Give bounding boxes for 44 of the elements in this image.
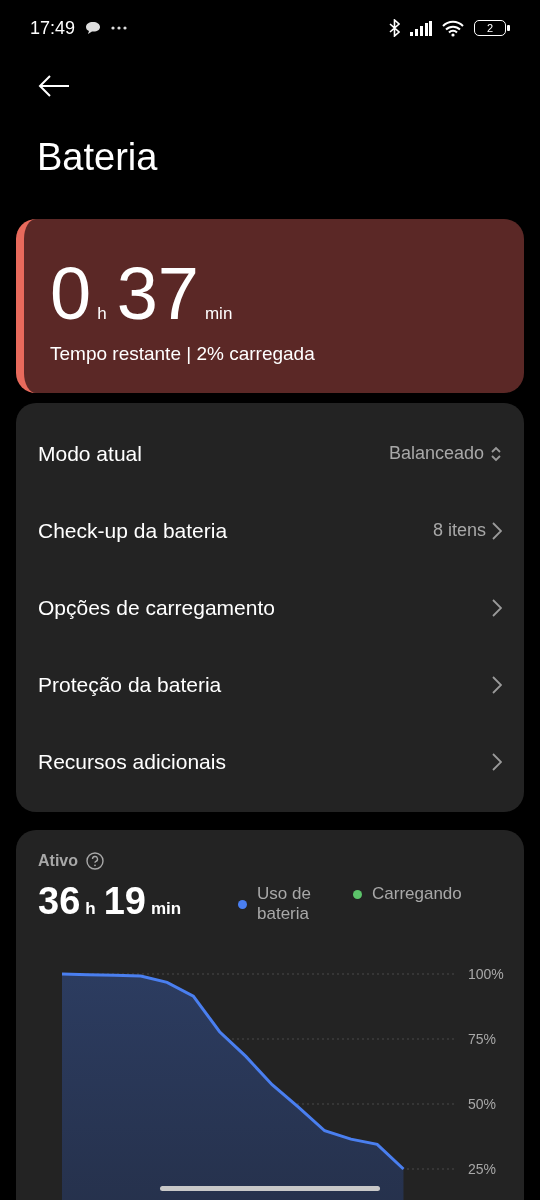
remaining-caption: Tempo restante | 2% carregada: [50, 343, 316, 365]
hours-unit: h: [97, 304, 107, 324]
hours-value: 0: [50, 259, 92, 329]
back-icon[interactable]: [38, 74, 70, 98]
row-value: 8 itens: [432, 520, 486, 541]
axis-label: 50%: [468, 1096, 497, 1112]
chevron-right-icon: [492, 598, 502, 617]
minutes-unit: min: [204, 304, 233, 324]
settings-row[interactable]: Check-up da bateria 8 itens: [16, 492, 524, 569]
row-label: Recursos adicionais: [38, 749, 227, 774]
axis-label: 25%: [468, 1161, 497, 1177]
hours-unit: h: [85, 899, 96, 919]
more-icon: [111, 26, 128, 30]
chevron-right-icon: [492, 521, 502, 540]
active-hours: 36: [38, 880, 81, 923]
axis-label: 100%: [468, 966, 504, 982]
up-down-icon: [490, 445, 502, 462]
axis-label: 75%: [468, 1031, 497, 1047]
legend-label: Uso de bateria: [257, 884, 312, 924]
settings-row[interactable]: Recursos adicionais: [16, 723, 524, 800]
battery-level: 2: [474, 20, 506, 36]
row-value: Balanceado: [388, 443, 484, 464]
settings-row[interactable]: Proteção da bateria: [16, 646, 524, 723]
chat-bubble-icon: [85, 21, 102, 35]
battery-tip-icon: [507, 25, 510, 31]
active-minutes: 19: [103, 880, 146, 923]
settings-row[interactable]: Opções de carregamento: [16, 569, 524, 646]
page-title: Bateria: [37, 136, 159, 179]
chevron-right-icon: [492, 675, 502, 694]
row-label: Opções de carregamento: [38, 595, 276, 620]
row-label: Check-up da bateria: [38, 518, 229, 543]
signal-icon: [410, 20, 432, 36]
minutes-unit: min: [150, 899, 182, 919]
minutes-value: 37: [116, 259, 199, 329]
clock: 17:49: [30, 17, 76, 39]
row-label: Proteção da bateria: [38, 672, 223, 697]
settings-row[interactable]: Modo atual Balanceado: [16, 415, 524, 492]
row-label: Modo atual: [38, 441, 143, 466]
usage-heading: Ativo: [38, 852, 78, 870]
bluetooth-icon: [389, 19, 400, 37]
wifi-icon: [442, 19, 464, 37]
chevron-right-icon: [492, 752, 502, 771]
help-icon[interactable]: [86, 852, 104, 870]
legend-label: Carregando: [372, 884, 462, 904]
